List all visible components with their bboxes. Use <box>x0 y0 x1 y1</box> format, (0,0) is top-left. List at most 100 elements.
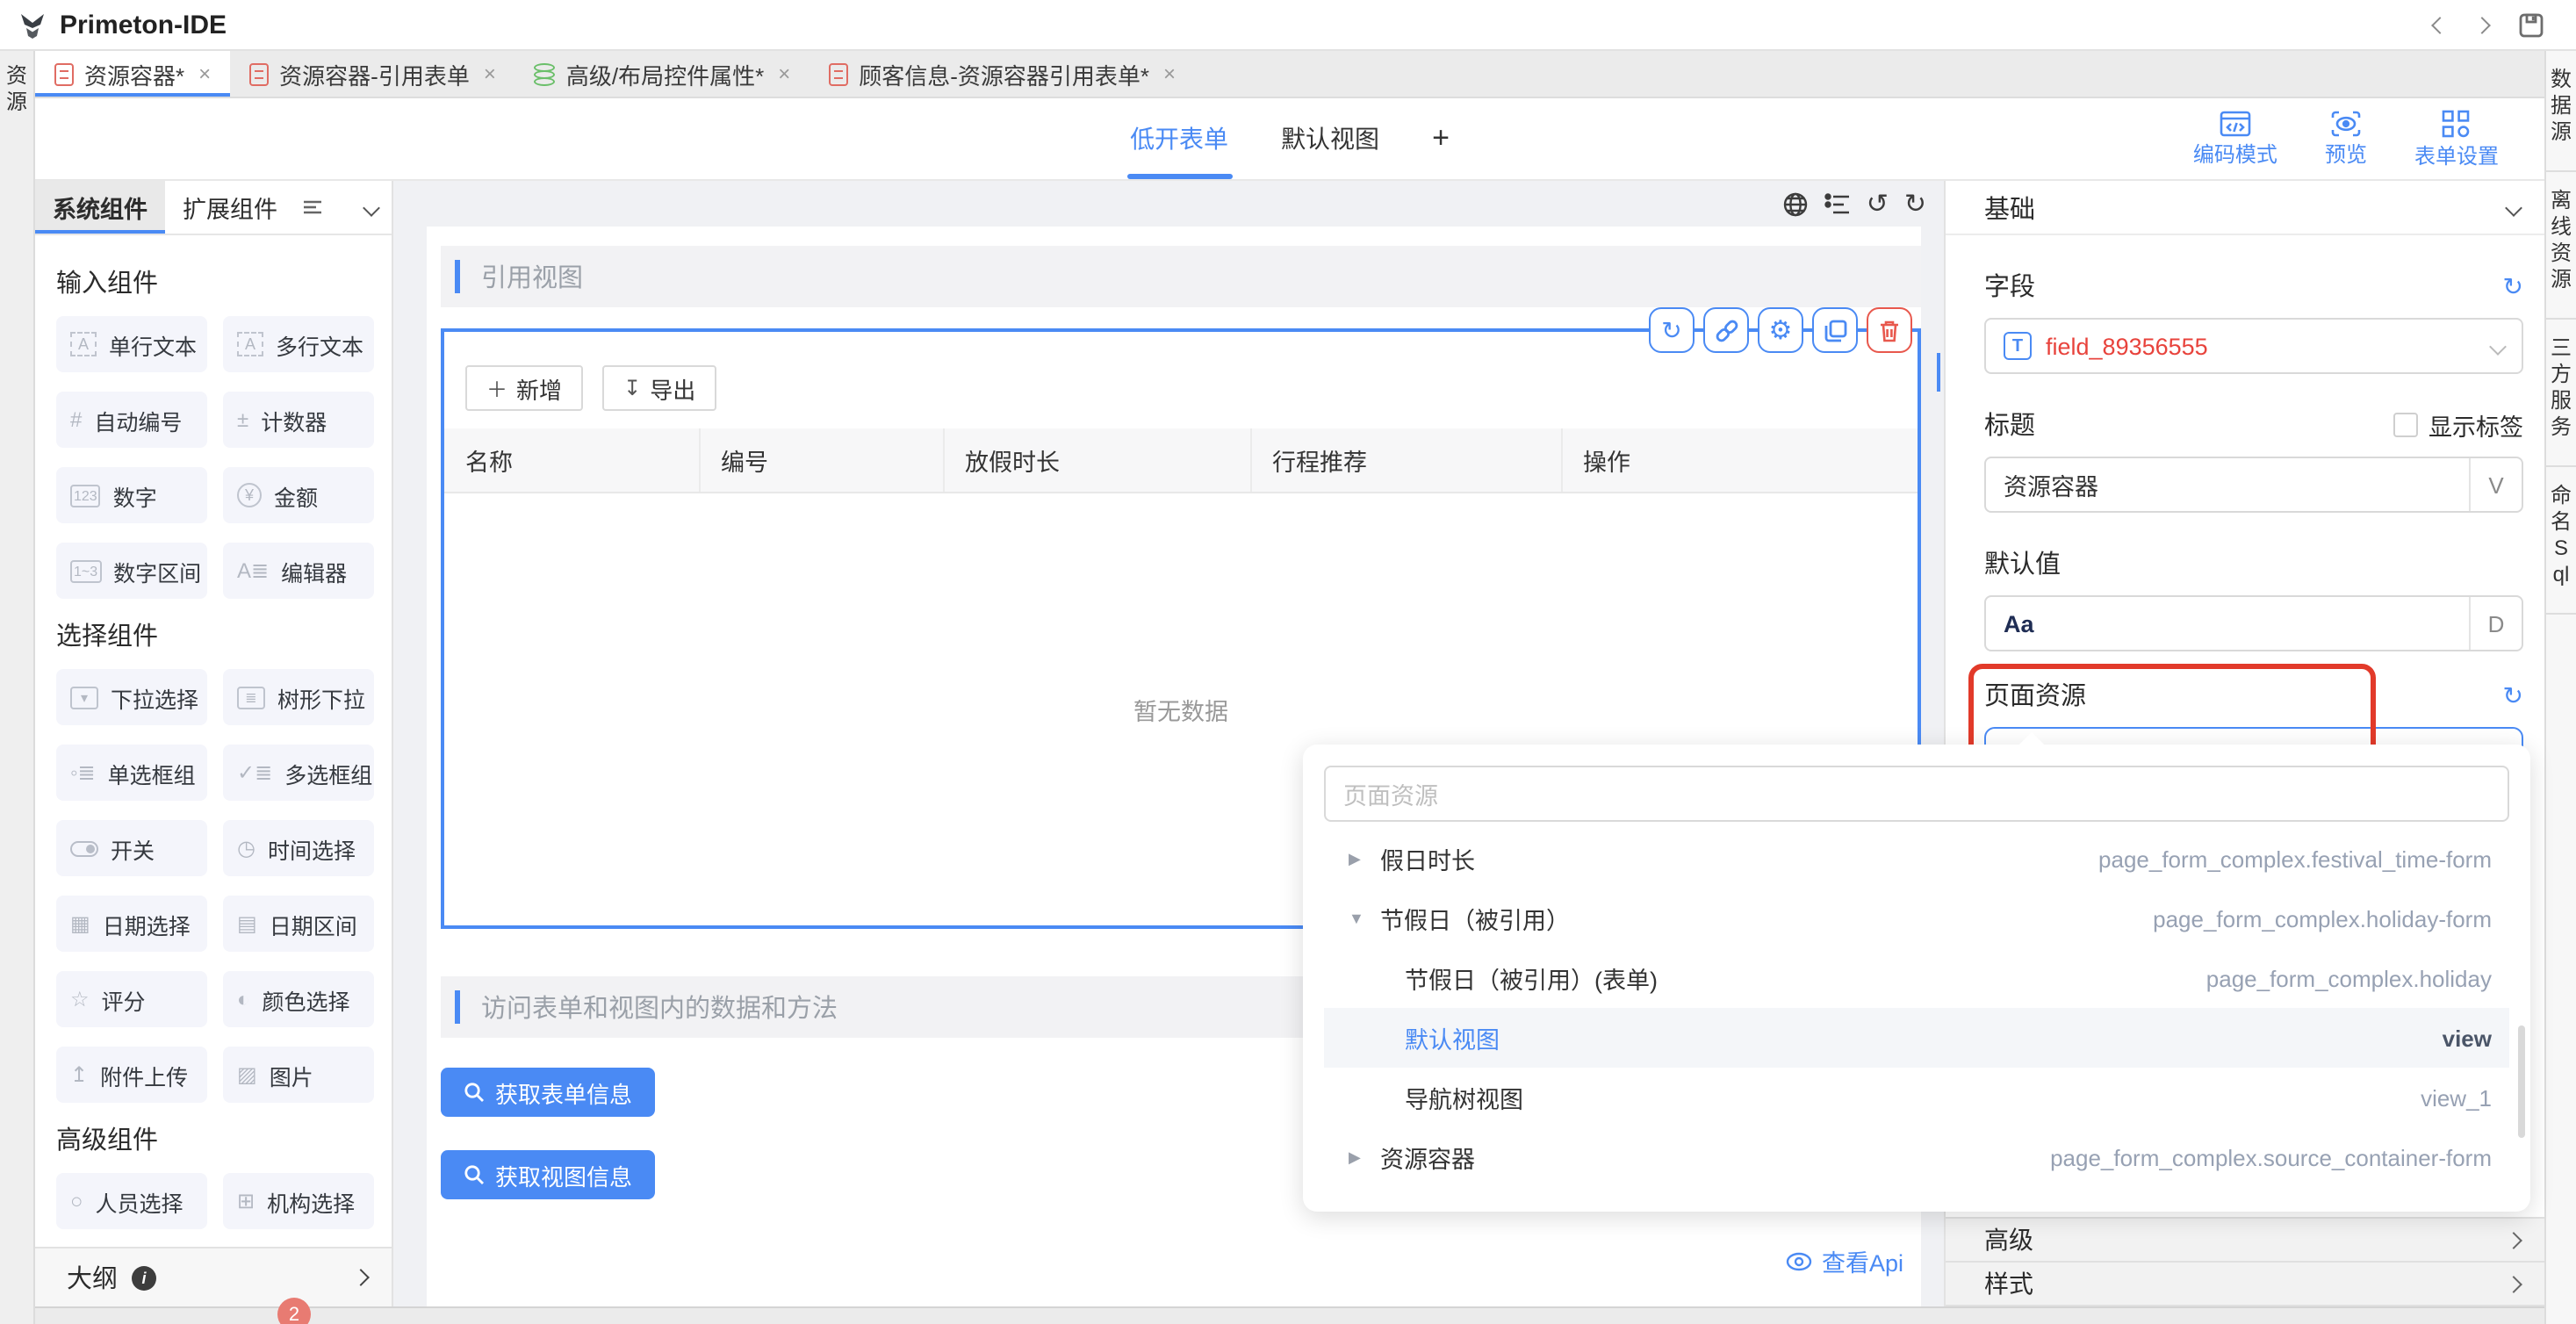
outline-tree-icon[interactable] <box>1824 192 1851 215</box>
table-header-cell[interactable]: 放假时长 <box>943 428 1250 492</box>
right-rail-tab-2[interactable]: 三方服务 <box>2546 320 2576 467</box>
delete-icon[interactable] <box>1867 307 1912 353</box>
palette-item-time-picker[interactable]: ◷时间选择 <box>223 820 374 876</box>
link-icon[interactable] <box>1703 307 1749 353</box>
palette-item-date-range[interactable]: ▤日期区间 <box>223 896 374 952</box>
palette-item-person-select[interactable]: ○人员选择 <box>56 1173 207 1229</box>
info-icon[interactable]: i <box>132 1265 156 1290</box>
refresh-icon[interactable]: ↻ <box>1649 307 1695 353</box>
field-select[interactable]: T field_89356555 <box>1984 318 2523 374</box>
table-header-cell[interactable]: 行程推荐 <box>1250 428 1561 492</box>
dropdown-item-4[interactable]: 导航树视图view_1 <box>1324 1068 2509 1127</box>
add-button[interactable]: ＋ 新增 <box>465 365 583 411</box>
palette-item-editor[interactable]: A≣编辑器 <box>223 543 374 599</box>
palette-item-switch[interactable]: 开关 <box>56 820 207 876</box>
export-button[interactable]: ↧ 导出 <box>602 365 716 411</box>
palette-tab-extension[interactable]: 扩展组件 <box>165 181 295 234</box>
close-icon[interactable]: × <box>484 61 496 86</box>
dropdown-item-1[interactable]: ▼节假日（被引用）page_form_complex.holiday-form <box>1324 889 2509 948</box>
palette-item-currency[interactable]: ¥金额 <box>223 467 374 523</box>
palette-item-org-select[interactable]: ⊞机构选择 <box>223 1173 374 1229</box>
palette-item-date-picker[interactable]: ▦日期选择 <box>56 896 207 952</box>
single-line-text-icon: A <box>70 332 97 356</box>
outline-bar[interactable]: 大纲 i <box>35 1247 392 1306</box>
right-rail-tab-3[interactable]: 命名Sql <box>2546 467 2576 615</box>
close-icon[interactable]: × <box>778 61 790 86</box>
table-header-cell[interactable]: 操作 <box>1561 428 1918 492</box>
view-tab-0[interactable]: 低开表单 <box>1130 98 1228 179</box>
right-rail-tab-1[interactable]: 离线资源 <box>2546 172 2576 320</box>
refresh-icon[interactable]: ↻ <box>2503 273 2523 298</box>
title-input[interactable]: 资源容器 V <box>1984 457 2523 513</box>
props-section-style[interactable]: 样式 <box>1946 1263 2544 1306</box>
palette-item-auto-number[interactable]: #自动编号 <box>56 392 207 448</box>
dropdown-item-code: view <box>2443 1025 2492 1051</box>
bottom-scrollbar-strip[interactable] <box>35 1306 2544 1324</box>
table-header-cell[interactable]: 编号 <box>699 428 943 492</box>
add-view-tab-button[interactable]: + <box>1432 121 1450 156</box>
palette-scroll[interactable]: 输入组件A单行文本A多行文本#自动编号±计数器123数字¥金额1~3数字区间A≣… <box>35 235 392 1247</box>
palette-item-number-range[interactable]: 1~3数字区间 <box>56 543 207 599</box>
right-rail-tab-0[interactable]: 数据源 <box>2546 51 2576 172</box>
auto-number-icon: # <box>70 407 82 432</box>
close-icon[interactable]: × <box>198 61 211 86</box>
dropdown-item-2[interactable]: 节假日（被引用）(表单)page_form_complex.holiday <box>1324 948 2509 1008</box>
palette-item-checkbox-group[interactable]: ✓≣多选框组 <box>223 745 374 801</box>
dropdown-scrollbar[interactable] <box>2518 1025 2525 1138</box>
document-tab-3[interactable]: 顾客信息-资源容器引用表单*× <box>809 51 1195 97</box>
palette-item-image[interactable]: ▨图片 <box>223 1047 374 1103</box>
palette-item-number[interactable]: 123数字 <box>56 467 207 523</box>
close-icon[interactable]: × <box>1163 61 1176 86</box>
view-tab-1[interactable]: 默认视图 <box>1281 98 1379 179</box>
palette-item-single-line-text[interactable]: A单行文本 <box>56 316 207 372</box>
top-action-0[interactable]: 编码模式 <box>2193 110 2277 168</box>
gear-icon[interactable]: ⚙ <box>1758 307 1803 353</box>
palette-item-color-picker[interactable]: ◐颜色选择 <box>223 971 374 1027</box>
palette-tab-system[interactable]: 系统组件 <box>35 181 165 234</box>
table-header-cell[interactable]: 名称 <box>444 428 699 492</box>
left-rail-tab-resources[interactable]: 资源 <box>5 63 28 116</box>
palette-item-tree-dropdown[interactable]: ≣树形下拉 <box>223 669 374 725</box>
palette-item-multi-line-text[interactable]: A多行文本 <box>223 316 374 372</box>
top-action-1[interactable]: 预览 <box>2325 110 2367 168</box>
outline-expand-icon[interactable] <box>352 1269 370 1286</box>
dropdown-search-input[interactable]: 页面资源 <box>1324 766 2509 822</box>
view-api-link[interactable]: 查看Api <box>427 1243 1921 1306</box>
arrow-collapsed-icon[interactable]: ▶ <box>1349 849 1380 868</box>
globe-icon[interactable] <box>1782 191 1809 217</box>
show-label-checkbox[interactable] <box>2393 412 2418 436</box>
arrow-collapsed-icon[interactable]: ▶ <box>1349 1148 1380 1167</box>
get-view-info-button[interactable]: 获取视图信息 <box>441 1150 655 1199</box>
document-tab-2[interactable]: 高级/布局控件属性*× <box>515 51 809 97</box>
nav-back-icon[interactable] <box>2431 16 2449 33</box>
palette-item-upload[interactable]: ↥附件上传 <box>56 1047 207 1103</box>
dropdown-item-3[interactable]: 默认视图view <box>1324 1008 2509 1068</box>
palette-list-icon[interactable] <box>302 181 323 234</box>
refresh-icon[interactable]: ↻ <box>2503 682 2523 707</box>
dropdown-item-0[interactable]: ▶假日时长page_form_complex.festival_time-for… <box>1324 829 2509 889</box>
save-icon[interactable] <box>2518 11 2544 38</box>
dropdown-item-label: 资源容器 <box>1380 1140 1475 1175</box>
palette-item-radio-group[interactable]: ◦≣单选框组 <box>56 745 207 801</box>
get-form-info-button[interactable]: 获取表单信息 <box>441 1068 655 1117</box>
dropdown-item-5[interactable]: ▶资源容器page_form_complex.source_container-… <box>1324 1127 2509 1187</box>
title-var-button[interactable]: V <box>2469 458 2522 511</box>
props-section-advanced[interactable]: 高级 <box>1946 1219 2544 1263</box>
palette-item-dropdown-select[interactable]: ▾下拉选择 <box>56 669 207 725</box>
default-var-button[interactable]: D <box>2469 597 2522 650</box>
palette-collapse-icon[interactable] <box>365 181 378 234</box>
redo-icon[interactable]: ↻ <box>1904 191 1926 217</box>
nav-forward-icon[interactable] <box>2473 16 2491 33</box>
document-tab-0[interactable]: 资源容器*× <box>35 51 230 97</box>
props-section-basic[interactable]: 基础 <box>1946 181 2544 235</box>
palette-item-counter[interactable]: ±计数器 <box>223 392 374 448</box>
top-action-2[interactable]: 表单设置 <box>2414 108 2499 169</box>
document-tab-1[interactable]: 资源容器-引用表单× <box>230 51 515 97</box>
palette-item-rating[interactable]: ☆评分 <box>56 971 207 1027</box>
ref-view-banner[interactable]: 引用视图 <box>441 246 1921 307</box>
default-value-input[interactable]: Aa D <box>1984 595 2523 651</box>
arrow-expanded-icon[interactable]: ▼ <box>1349 910 1380 927</box>
undo-icon[interactable]: ↺ <box>1867 191 1889 217</box>
copy-icon[interactable] <box>1812 307 1858 353</box>
palette-item-label: 图片 <box>270 1058 313 1091</box>
